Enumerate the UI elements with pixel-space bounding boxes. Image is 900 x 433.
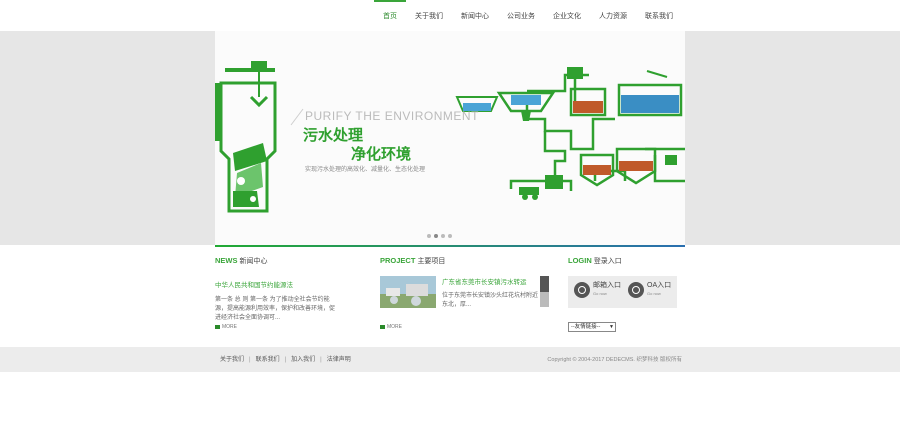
project-heading: PROJECT 主要项目 (380, 256, 550, 266)
slogan-subtitle: 实现污水处理的高效化、减量化、生态化处理 (305, 167, 426, 173)
nav-item-news[interactable]: 新闻中心 (452, 0, 498, 31)
mail-login-sub: Go now (593, 291, 607, 296)
news-excerpt: 第一条 总 则 第一条 为了推动全社会节约能源，提高能源利用效率，保护和改善环境… (215, 297, 336, 321)
slogan-line-2: 净化环境 (351, 146, 412, 163)
nav-item-home[interactable]: 首页 (374, 0, 406, 31)
project-more-label: MORE (387, 324, 402, 330)
slide-dot-2[interactable] (434, 234, 438, 238)
nav-item-culture[interactable]: 企业文化 (544, 0, 590, 31)
footer-link-about[interactable]: 关于我们 (220, 347, 244, 373)
slogan-divider (290, 108, 304, 126)
project-heading-en: PROJECT (380, 256, 416, 265)
news-heading-cn: 新闻中心 (239, 258, 268, 265)
news-section: NEWS 新闻中心 中华人民共和国节约能源法 第一条 总 则 第一条 为了推动全社… (215, 256, 355, 330)
more-arrow-icon (380, 325, 385, 329)
slide-dot-1[interactable] (427, 234, 431, 238)
main-nav: 首页 关于我们 新闻中心 公司业务 企业文化 人力资源 联系我们 (374, 0, 682, 31)
footer-link-contact[interactable]: 联系我们 (256, 347, 280, 373)
slogan-english: PURIFY THE ENVIRONMENT (305, 109, 479, 123)
friend-links-select[interactable]: --友情链接-- ▼ (568, 322, 616, 332)
login-section: LOGIN 登录入口 邮箱入口 Go now OA入口 Go now --友情链接--… (568, 256, 688, 332)
slogan-line-1: 污水处理 (303, 127, 364, 144)
footer-link-join[interactable]: 加入我们 (291, 347, 315, 373)
slide-dot-3[interactable] (441, 234, 445, 238)
footer-link-legal[interactable]: 法律声明 (327, 347, 351, 373)
mail-login-label: 邮箱入口 (593, 282, 621, 289)
mail-icon (574, 282, 590, 298)
footer-separator: | (284, 357, 287, 363)
more-arrow-icon (215, 325, 220, 329)
project-title-link[interactable]: 广东省东莞市长安镇污水转运 (442, 276, 527, 286)
chevron-down-icon: ▼ (609, 324, 614, 330)
recycle-tank-graphic (215, 61, 277, 213)
project-more-link[interactable]: MORE (380, 324, 402, 330)
news-title-link[interactable]: 中华人民共和国节约能源法 (215, 279, 355, 289)
slide-indicators (427, 234, 452, 238)
footer-separator: | (249, 357, 251, 363)
login-box: 邮箱入口 Go now OA入口 Go now (568, 276, 677, 308)
news-heading: NEWS 新闻中心 (215, 256, 355, 266)
banner-slide[interactable]: PURIFY THE ENVIRONMENT 污水处理 净化环境 实现污水处理的… (215, 31, 685, 245)
news-more-link[interactable]: MORE (215, 324, 237, 330)
settling-tank-graphic (455, 67, 683, 121)
oa-login-label: OA入口 (647, 282, 672, 289)
news-heading-en: NEWS (215, 256, 238, 265)
project-section: PROJECT 主要项目 广东省东莞市长安镇污水转运 位于东莞市长安镇沙头红花坑村… (380, 256, 550, 330)
login-heading-cn: 登录入口 (593, 258, 622, 265)
page: 首页 关于我们 新闻中心 公司业务 企业文化 人力资源 联系我们 PURIFY … (0, 0, 900, 433)
project-excerpt: 位于东莞市长安镇沙头红花坑村附近东北，厚... (442, 293, 539, 308)
nav-item-about[interactable]: 关于我们 (406, 0, 452, 31)
footer-links: 关于我们 | 联系我们 | 加入我们 | 法律声明 (220, 347, 351, 373)
footer-separator: | (320, 357, 322, 363)
project-heading-cn: 主要项目 (417, 258, 446, 265)
oa-login-button[interactable]: OA入口 Go now (628, 282, 671, 298)
nav-item-contact[interactable]: 联系我们 (636, 0, 682, 31)
mail-login-button[interactable]: 邮箱入口 Go now (574, 282, 621, 298)
banner: PURIFY THE ENVIRONMENT 污水处理 净化环境 实现污水处理的… (0, 31, 900, 245)
project-scroller[interactable] (540, 276, 549, 307)
login-heading: LOGIN 登录入口 (568, 256, 688, 266)
login-heading-en: LOGIN (568, 256, 592, 265)
nav-item-hr[interactable]: 人力资源 (590, 0, 636, 31)
top-bar: 首页 关于我们 新闻中心 公司业务 企业文化 人力资源 联系我们 (0, 0, 900, 31)
oa-login-sub: Go now (647, 291, 661, 296)
oa-icon (628, 282, 644, 298)
digester-tank-graphic (519, 147, 677, 200)
nav-item-business[interactable]: 公司业务 (498, 0, 544, 31)
copyright-text: Copyright © 2004-2017 DEDECMS. 织梦科技 版权所有 (547, 357, 682, 363)
project-scroller-active[interactable] (540, 276, 549, 292)
slide-dot-4[interactable] (448, 234, 452, 238)
project-thumbnail[interactable] (380, 276, 436, 308)
footer: 关于我们 | 联系我们 | 加入我们 | 法律声明 Copyright © 20… (0, 347, 900, 372)
friend-links-value: --友情链接-- (571, 324, 601, 330)
banner-accent-line (215, 245, 685, 247)
project-scroller-inactive[interactable] (540, 292, 549, 307)
water-treatment-illustration (215, 61, 685, 213)
news-more-label: MORE (222, 324, 237, 330)
